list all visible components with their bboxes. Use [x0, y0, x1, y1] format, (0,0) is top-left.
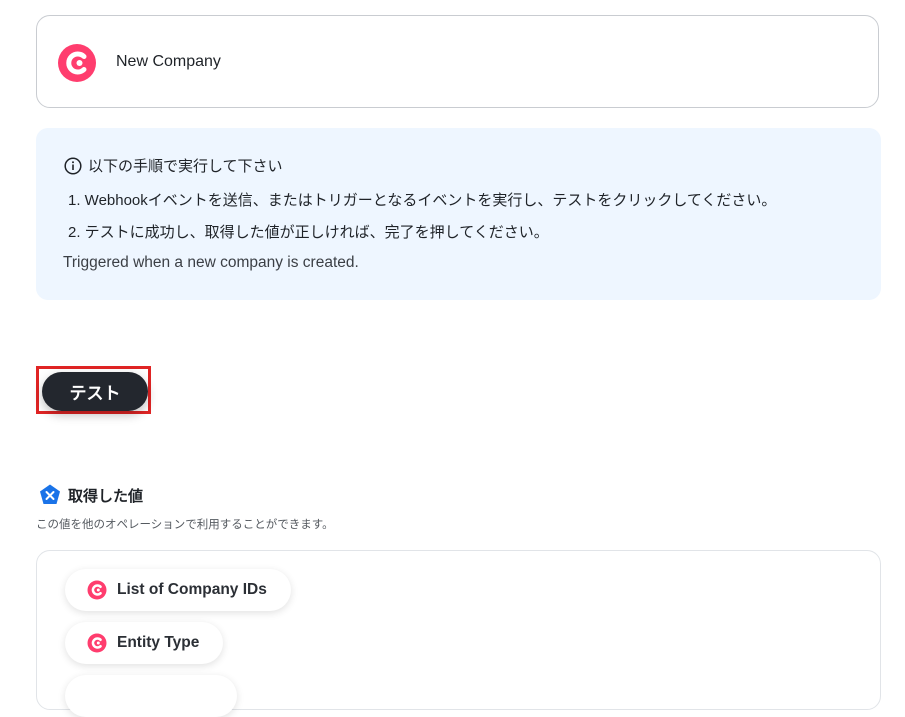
yoom-logo-icon: [40, 484, 60, 504]
instruction-step-1: 1. Webhookイベントを送信、またはトリガーとなるイベントを実行し、テスト…: [68, 192, 777, 209]
copper-logo-icon: [87, 633, 107, 653]
copper-logo-icon: [58, 44, 96, 82]
output-value-chip[interactable]: Entity Type: [65, 622, 224, 664]
trigger-card[interactable]: New Company: [36, 15, 879, 108]
output-description: この値を他のオペレーションで利用することができます。: [36, 519, 334, 531]
output-title-text: 取得した値: [68, 487, 144, 505]
output-value-label: Entity Type: [117, 634, 200, 651]
output-values-panel: List of Company IDs Entity Type: [36, 550, 881, 717]
output-value-label: List of Company IDs: [117, 581, 267, 598]
instructions-heading: 以下の手順で実行して下さい: [64, 155, 283, 176]
instruction-step-2: 2. テストに成功し、取得した値が正しければ、完了を押してください。: [68, 224, 549, 241]
output-value-chip[interactable]: List of Company IDs: [65, 569, 291, 611]
instructions-heading-text: 以下の手順で実行して下さい: [88, 158, 283, 175]
output-value-chip-partial[interactable]: [65, 675, 237, 717]
info-icon: [64, 156, 82, 175]
output-section-title: 取得した値: [38, 483, 143, 507]
test-button[interactable]: テスト: [42, 372, 148, 411]
trigger-description: Triggered when a new company is created.: [63, 254, 359, 271]
test-button-highlight: テスト: [36, 366, 151, 414]
trigger-name: New Company: [116, 53, 221, 70]
copper-logo-icon: [87, 580, 107, 600]
instructions-box: 以下の手順で実行して下さい 1. Webhookイベントを送信、またはトリガーと…: [36, 128, 881, 300]
